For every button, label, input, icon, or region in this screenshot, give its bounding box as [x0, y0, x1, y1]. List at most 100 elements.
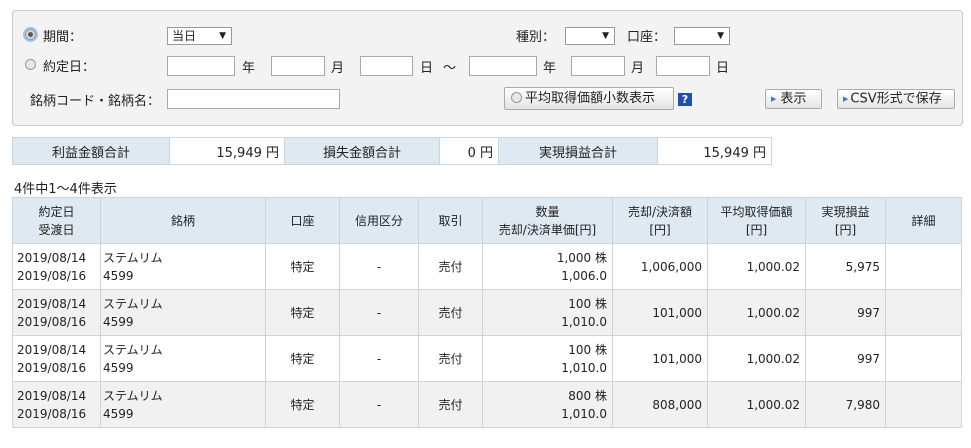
account-label: 口座：: [627, 30, 667, 45]
header-amount: 売却/決済額 [円]: [612, 197, 708, 244]
account-select[interactable]: ▼: [674, 27, 730, 45]
symbol-code: 4599: [103, 268, 134, 283]
result-count: 4件中1～4件表示: [14, 182, 117, 197]
from-year-input[interactable]: [167, 56, 235, 76]
header-avg-label: 平均取得価額: [720, 204, 793, 219]
header-avg-unit: [円]: [745, 222, 768, 237]
symbol-input[interactable]: [167, 89, 340, 109]
realized-pl-cell: 997: [805, 289, 886, 336]
trade-cell: 売付: [418, 381, 483, 428]
avg-cost-cell: 1,000.02: [707, 243, 806, 290]
symbol-cell: ステムリム 4599: [100, 243, 266, 290]
header-trade-date: 約定日: [38, 204, 75, 219]
unit-price: 1,010.0: [561, 314, 607, 329]
realized-pl-cell: 5,975: [805, 243, 886, 290]
qty-cell: 1,000 株 1,006.0: [482, 243, 613, 290]
type-select[interactable]: ▼: [565, 27, 615, 45]
play-icon: ▶: [843, 95, 849, 103]
show-button[interactable]: ▶ 表示: [765, 89, 822, 109]
unit-price: 1,010.0: [561, 406, 607, 421]
symbol-cell: ステムリム 4599: [100, 289, 266, 336]
avg-cost-cell: 1,000.02: [707, 381, 806, 428]
quantity: 100 株: [568, 342, 607, 357]
realized-pl-cell: 997: [805, 335, 886, 382]
year-label: 年: [242, 61, 256, 76]
realized-label: 実現損益合計: [498, 137, 658, 165]
to-month-input[interactable]: [571, 56, 625, 76]
realized-value: 15,949 円: [657, 137, 772, 165]
date-cell: 2019/08/14 2019/08/16: [12, 335, 101, 382]
from-month-input[interactable]: [271, 56, 325, 76]
settle-date: 2019/08/16: [17, 360, 87, 375]
period-value: 当日: [172, 29, 197, 43]
summary-table: 利益金額合計 15,949 円 損失金額合計 0 円 実現損益合計 15,949…: [12, 137, 772, 165]
filter-panel: 期間： 当日 ▼ 種別： ▼ 口座： ▼ 約定日： 年 月 日 ～ 年 月 日 銘…: [12, 10, 963, 126]
csv-save-button[interactable]: ▶ CSV形式で保存: [837, 89, 955, 109]
qty-cell: 800 株 1,010.0: [482, 381, 613, 428]
unit-price: 1,010.0: [561, 360, 607, 375]
date-cell: 2019/08/14 2019/08/16: [12, 289, 101, 336]
show-label: 表示: [780, 91, 807, 107]
symbol-name: ステムリム: [103, 342, 163, 357]
loss-label: 損失金額合計: [284, 137, 440, 165]
quantity: 800 株: [568, 388, 607, 403]
amount-cell: 101,000: [612, 289, 708, 336]
settle-date: 2019/08/16: [17, 314, 87, 329]
header-detail: 詳細: [885, 197, 962, 244]
date-cell: 2019/08/14 2019/08/16: [12, 243, 101, 290]
from-day-input[interactable]: [360, 56, 413, 76]
symbol-name: ステムリム: [103, 250, 163, 265]
credit-cell: -: [339, 335, 419, 382]
to-day-input[interactable]: [656, 56, 710, 76]
tilde: ～: [443, 61, 457, 76]
detail-cell: [885, 289, 962, 336]
help-icon[interactable]: ?: [678, 93, 692, 106]
to-year-input[interactable]: [469, 56, 537, 76]
date-radio[interactable]: [25, 59, 36, 70]
symbol-code: 4599: [103, 406, 134, 421]
play-icon: ▶: [771, 95, 777, 103]
period-select[interactable]: 当日 ▼: [167, 27, 232, 45]
credit-cell: -: [339, 381, 419, 428]
symbol-label: 銘柄コード・銘柄名：: [30, 94, 161, 109]
decimal-toggle-button[interactable]: 平均取得価額小数表示: [504, 87, 674, 110]
table-row: 2019/08/14 2019/08/16 ステムリム 4599 特定 - 売付 1…: [12, 243, 962, 290]
quantity: 100 株: [568, 296, 607, 311]
table-row: 2019/08/14 2019/08/16 ステムリム 4599 特定 - 売付 1…: [12, 289, 962, 336]
chevron-down-icon: ▼: [219, 31, 226, 41]
loss-value: 0 円: [439, 137, 499, 165]
symbol-name: ステムリム: [103, 388, 163, 403]
profit-value: 15,949 円: [169, 137, 285, 165]
avg-cost-cell: 1,000.02: [707, 289, 806, 336]
month-label: 月: [631, 61, 645, 76]
account-cell: 特定: [265, 289, 340, 336]
trade-cell: 売付: [418, 335, 483, 382]
date-label: 約定日：: [43, 60, 96, 75]
chevron-down-icon: ▼: [717, 31, 724, 41]
profit-label: 利益金額合計: [12, 137, 170, 165]
realized-pl-cell: 7,980: [805, 381, 886, 428]
table-row: 2019/08/14 2019/08/16 ステムリム 4599 特定 - 売付 8…: [12, 381, 962, 428]
header-price-label: 売却/決済単価[円]: [498, 222, 597, 237]
credit-cell: -: [339, 243, 419, 290]
header-trade: 取引: [418, 197, 483, 244]
decimal-toggle-label: 平均取得価額小数表示: [525, 91, 656, 106]
credit-cell: -: [339, 289, 419, 336]
unit-price: 1,006.0: [561, 268, 607, 283]
header-qty: 数量 売却/決済単価[円]: [482, 197, 613, 244]
quantity: 1,000 株: [556, 250, 607, 265]
day-label: 日: [420, 61, 434, 76]
header-credit: 信用区分: [339, 197, 419, 244]
chevron-down-icon: ▼: [602, 31, 609, 41]
detail-cell: [885, 243, 962, 290]
period-radio[interactable]: [25, 29, 36, 40]
settle-date: 2019/08/16: [17, 268, 87, 283]
detail-cell: [885, 335, 962, 382]
csv-label: CSV形式で保存: [850, 91, 942, 107]
account-cell: 特定: [265, 243, 340, 290]
trade-cell: 売付: [418, 289, 483, 336]
date-cell: 2019/08/14 2019/08/16: [12, 381, 101, 428]
account-cell: 特定: [265, 335, 340, 382]
header-symbol: 銘柄: [100, 197, 266, 244]
symbol-code: 4599: [103, 360, 134, 375]
